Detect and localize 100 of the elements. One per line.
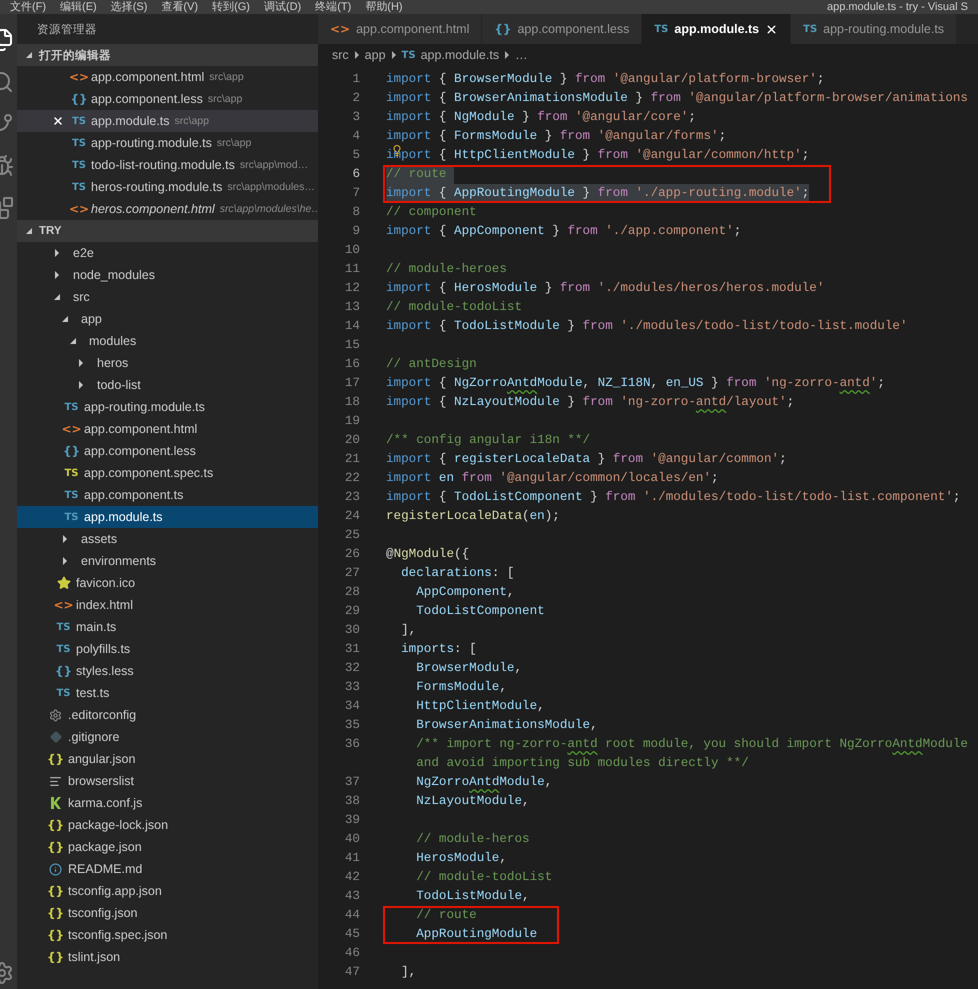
file-item[interactable]: <> app.component.html — [17, 418, 318, 440]
open-editor-item[interactable]: {} app.component.less src\app — [17, 88, 318, 110]
open-editor-item[interactable]: TS app.module.ts src\app — [17, 110, 318, 132]
file-item[interactable]: TS app.component.spec.ts — [17, 462, 318, 484]
file-item[interactable]: TS app.module.ts — [17, 506, 318, 528]
file-item[interactable]: TS test.ts — [17, 682, 318, 704]
file-item[interactable]: {} angular.json — [17, 748, 318, 770]
menu-item[interactable]: 查看(V) — [161, 0, 198, 14]
file-item[interactable]: {} styles.less — [17, 660, 318, 682]
line-number: 14 — [344, 318, 360, 335]
expanded-icon — [25, 51, 33, 59]
code-line: NzLayoutModule, — [415, 793, 530, 810]
menu-item[interactable]: 文件(F) — [10, 0, 46, 14]
menu-item[interactable]: 转到(G) — [212, 0, 250, 14]
code-line: ], — [400, 964, 416, 981]
folder-item[interactable]: environments — [17, 550, 318, 572]
file-item[interactable]: {} package.json — [17, 836, 318, 858]
folder-item[interactable]: todo-list — [17, 374, 318, 396]
editor-tab[interactable]: TS app.module.ts — [642, 14, 792, 44]
line-number: 16 — [344, 356, 360, 373]
code-line: TodoListComponent — [415, 603, 545, 620]
code-icon: <> — [68, 202, 90, 216]
code-line: import en from '@angular/common/locales/en'; — [386, 470, 719, 487]
line-number: 34 — [344, 698, 360, 715]
file-item[interactable]: .editorconfig — [17, 704, 318, 726]
code-line: import { NzLayoutModule } from 'ng-zorro-antd/layout'; — [386, 394, 794, 411]
menu-item[interactable]: 选择(S) — [110, 0, 148, 14]
open-editor-item[interactable]: <>app.component.html src\app — [17, 66, 318, 88]
line-number: 26 — [344, 546, 360, 563]
folder-item[interactable]: modules — [17, 330, 318, 352]
file-item[interactable]: TS main.ts — [17, 616, 318, 638]
file-item[interactable]: TS app.component.ts — [17, 484, 318, 506]
file-item[interactable]: {} tsconfig.app.json — [17, 880, 318, 902]
section-header[interactable]: 打开的编辑器 — [17, 44, 318, 66]
chevron-icon — [504, 51, 510, 59]
file-item[interactable]: {} tslint.json — [17, 946, 318, 968]
breadcrumb[interactable]: … — [515, 48, 528, 62]
menu-item[interactable]: 帮助(H) — [365, 0, 403, 14]
breadcrumb[interactable]: app.module.ts — [420, 48, 500, 62]
close-icon[interactable] — [52, 115, 64, 127]
editor-tab[interactable]: {} app.component.less — [482, 14, 642, 44]
line-number: 11 — [344, 261, 360, 278]
folder-item[interactable]: src — [17, 286, 318, 308]
line-number: 41 — [344, 850, 360, 867]
editor-tab[interactable]: <> app.component.html — [318, 14, 482, 44]
collapsed-icon — [53, 271, 61, 279]
line-number: 2 — [352, 90, 360, 107]
file-item[interactable]: TS app-routing.module.ts — [17, 396, 318, 418]
menu-item[interactable]: 终端(T) — [315, 0, 352, 14]
open-editor-item[interactable]: TS app-routing.module.ts src\app — [17, 132, 318, 154]
folder-item[interactable]: app — [17, 308, 318, 330]
file-item[interactable]: browserslist — [17, 770, 318, 792]
expanded-icon — [53, 293, 61, 301]
typescript-icon: TS — [803, 24, 818, 34]
collapsed-icon — [61, 557, 69, 565]
folder-item[interactable]: e2e — [17, 242, 318, 264]
menu-item[interactable]: 调试(D) — [264, 0, 302, 14]
section-header[interactable]: TRY — [17, 220, 318, 242]
file-item[interactable]: README.md — [17, 858, 318, 880]
typescript-icon: TS — [72, 116, 86, 126]
file-item[interactable]: {} tsconfig.spec.json — [17, 924, 318, 946]
braces-icon: {} — [46, 928, 64, 942]
code-line: /** import ng-zorro-antd root module, you should import NgZorroAntdModule — [415, 736, 968, 753]
typescript-icon: TS — [72, 182, 86, 192]
typescript-icon: TS — [56, 688, 71, 698]
file-item[interactable]: {} app.component.less — [17, 440, 318, 462]
editor-tab[interactable]: TS app-routing.module.ts — [791, 14, 958, 44]
line-number: 12 — [344, 280, 360, 297]
code-line: import { HerosModule } from './modules/heros/heros.module' — [386, 280, 824, 297]
code-icon: <> — [53, 598, 74, 612]
line-number: 31 — [344, 641, 360, 658]
panel-title: 资源管理器 — [37, 22, 97, 36]
close-icon[interactable] — [765, 22, 778, 36]
open-editor-item[interactable]: TS todo-list-routing.module.ts src\app\mod… — [17, 154, 318, 176]
code-line: import { AppComponent } from './app.component'; — [386, 223, 742, 240]
open-editor-item[interactable]: <>heros.component.html src\app\modules\he… — [17, 198, 318, 220]
file-item[interactable]: karma.conf.js — [17, 792, 318, 814]
breadcrumb[interactable]: app — [364, 48, 386, 62]
expanded-icon — [25, 227, 33, 235]
line-number: 10 — [344, 242, 360, 259]
code-line: FormsModule, — [415, 679, 507, 696]
folder-item[interactable]: heros — [17, 352, 318, 374]
line-number: 23 — [344, 489, 360, 506]
braces-icon: {} — [46, 840, 64, 854]
file-item[interactable]: {} tsconfig.json — [17, 902, 318, 924]
menu-item[interactable]: 编辑(E) — [60, 0, 97, 14]
file-item[interactable]: {} package-lock.json — [17, 814, 318, 836]
folder-item[interactable]: node_modules — [17, 264, 318, 286]
line-number: 40 — [344, 831, 360, 848]
line-number: 37 — [344, 774, 360, 791]
file-item[interactable]: .gitignore — [17, 726, 318, 748]
breadcrumb[interactable]: src — [332, 48, 349, 62]
file-item[interactable]: favicon.ico — [17, 572, 318, 594]
open-editor-item[interactable]: TS heros-routing.module.ts src\app\modules… — [17, 176, 318, 198]
line-number: 47 — [344, 964, 360, 981]
line-number: 35 — [344, 717, 360, 734]
file-item[interactable]: TS polyfills.ts — [17, 638, 318, 660]
code-line: AppComponent, — [415, 584, 514, 601]
file-item[interactable]: <> index.html — [17, 594, 318, 616]
folder-item[interactable]: assets — [17, 528, 318, 550]
